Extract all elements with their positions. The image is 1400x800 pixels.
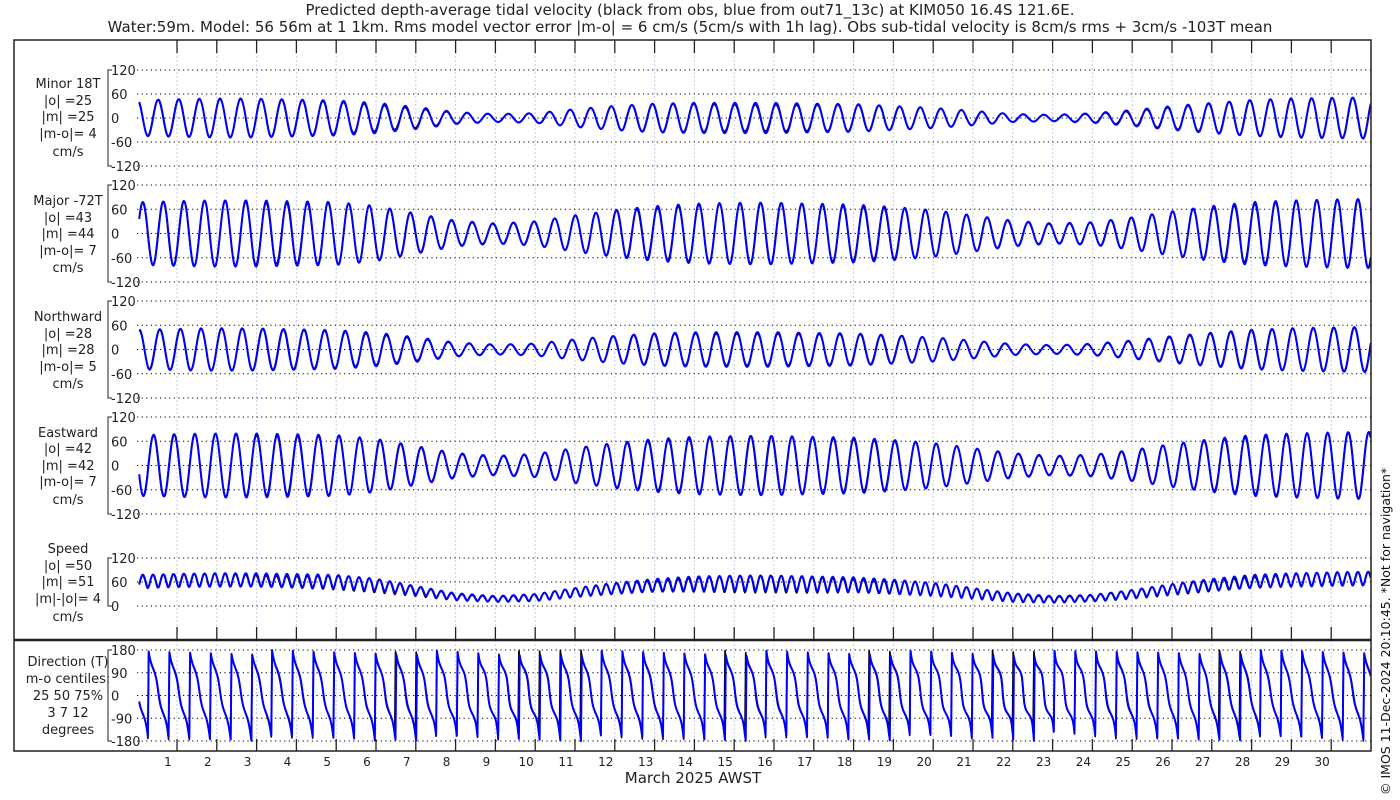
y-tick-label: -60 xyxy=(111,368,132,383)
x-tick-label: 25 xyxy=(1116,755,1131,769)
y-tick-label: 60 xyxy=(111,88,128,103)
x-tick-label: 26 xyxy=(1155,755,1170,769)
x-tick-label: 2 xyxy=(204,755,212,769)
x-tick-label: 10 xyxy=(519,755,534,769)
x-tick-label: 15 xyxy=(718,755,733,769)
y-tick-label: -120 xyxy=(111,160,141,175)
y-tick-label: -120 xyxy=(111,508,141,523)
panel-label-major: |m| =44 xyxy=(42,227,95,242)
y-tick-label: 120 xyxy=(111,411,136,426)
y-tick-label: 120 xyxy=(111,64,136,79)
y-tick-label: 0 xyxy=(111,690,119,705)
y-tick-label: 0 xyxy=(111,112,119,127)
panel-label-dir: Direction (T) xyxy=(28,655,109,670)
x-tick-label: 7 xyxy=(403,755,411,769)
figure-frame xyxy=(13,39,1372,752)
x-tick-label: 24 xyxy=(1076,755,1091,769)
panel-label-minor: cm/s xyxy=(53,145,84,160)
panel-label-major: |o| =43 xyxy=(44,211,92,226)
axes: 1 2 3 4 5 6 7 8 9 10 11 12 13 14 15 16 17 18 19 20 21 22 23 24 2… xyxy=(26,40,1332,769)
y-tick-label: -120 xyxy=(111,276,141,291)
panel-label-minor: |o| =25 xyxy=(44,94,92,109)
panel-label-speed: |o| =50 xyxy=(44,559,92,574)
panel-label-dir: degrees xyxy=(42,723,95,738)
panel-label-north: |o| =28 xyxy=(44,327,92,342)
x-tick-label: 11 xyxy=(558,755,573,769)
title-line-2: Water:59m. Model: 56 56m at 1 1km. Rms m… xyxy=(108,18,1273,36)
panel-label-minor: |m-o|= 4 xyxy=(39,127,97,142)
panel-label-major: |m-o|= 7 xyxy=(39,244,97,259)
x-tick-label: 4 xyxy=(284,755,292,769)
gridlines xyxy=(137,52,1371,751)
y-tick-label: 60 xyxy=(111,576,128,591)
x-tick-label: 8 xyxy=(443,755,451,769)
panel-label-north: cm/s xyxy=(53,377,84,392)
x-axis-label: March 2025 AWST xyxy=(625,769,762,787)
x-tick-label: 16 xyxy=(757,755,772,769)
panel-label-east: Eastward xyxy=(38,426,98,441)
y-tick-label: 90 xyxy=(111,667,128,682)
x-tick-label: 5 xyxy=(323,755,331,769)
panel-label-major: Major -72T xyxy=(33,194,102,209)
y-tick-label: 0 xyxy=(111,344,119,359)
x-tick-label: 12 xyxy=(598,755,613,769)
panel-label-dir: 25 50 75% xyxy=(33,689,103,704)
y-tick-label: 120 xyxy=(111,552,136,567)
x-tick-label: 13 xyxy=(638,755,653,769)
y-tick-label: -90 xyxy=(111,712,132,727)
panel-label-east: |m-o|= 7 xyxy=(39,475,97,490)
series-model-speed xyxy=(138,570,1372,604)
y-tick-label: -120 xyxy=(111,392,141,407)
y-tick-label: 60 xyxy=(111,319,128,334)
y-tick-label: 120 xyxy=(111,295,136,310)
x-tick-label: 27 xyxy=(1195,755,1210,769)
panel-label-north: |m| =28 xyxy=(42,343,95,358)
panel-label-speed: |m|-|o|= 4 xyxy=(35,592,101,607)
panel-label-minor: |m| =25 xyxy=(42,110,95,125)
y-tick-label: -60 xyxy=(111,136,132,151)
x-tick-label: 23 xyxy=(1036,755,1051,769)
panel-label-dir: m-o centiles: xyxy=(26,672,111,687)
y-tick-label: -60 xyxy=(111,252,132,267)
x-tick-label: 19 xyxy=(877,755,892,769)
x-tick-label: 3 xyxy=(244,755,252,769)
x-tick-label: 21 xyxy=(956,755,971,769)
panel-label-north: Northward xyxy=(34,310,102,325)
x-tick-label: 20 xyxy=(917,755,932,769)
x-tick-label: 30 xyxy=(1315,755,1330,769)
x-tick-label: 1 xyxy=(164,755,172,769)
y-tick-label: 120 xyxy=(111,179,136,194)
x-tick-label: 29 xyxy=(1275,755,1290,769)
x-tick-label: 9 xyxy=(483,755,491,769)
panel-label-major: cm/s xyxy=(53,261,84,276)
panel-label-north: |m-o|= 5 xyxy=(39,360,97,375)
panel-label-speed: Speed xyxy=(48,542,89,557)
panel-label-dir: 3 7 12 xyxy=(47,706,88,721)
panel-label-speed: |m| =51 xyxy=(42,575,95,590)
y-tick-label: 0 xyxy=(111,228,119,243)
tidal-velocity-figure: Predicted depth-average tidal velocity (… xyxy=(13,1,1393,795)
panel-label-east: |m| =42 xyxy=(42,459,95,474)
panel-label-east: cm/s xyxy=(53,493,84,508)
x-tick-label: 18 xyxy=(837,755,852,769)
y-tick-label: 60 xyxy=(111,203,128,218)
y-tick-label: -60 xyxy=(111,484,132,499)
x-tick-label: 14 xyxy=(678,755,693,769)
panel-label-speed: cm/s xyxy=(53,610,84,625)
y-tick-label: 60 xyxy=(111,435,128,450)
copyright-notice: © IMOS 11-Dec-2024 20:10:45. *Not for na… xyxy=(1378,468,1393,795)
y-tick-label: -180 xyxy=(111,735,141,750)
panel-label-minor: Minor 18T xyxy=(36,77,101,92)
x-tick-label: 22 xyxy=(996,755,1011,769)
y-tick-label: 0 xyxy=(111,460,119,475)
y-tick-label: 0 xyxy=(111,600,119,615)
x-tick-label: 28 xyxy=(1235,755,1250,769)
x-tick-label: 6 xyxy=(363,755,371,769)
plot-series xyxy=(138,96,1372,742)
panel-label-east: |o| =42 xyxy=(44,442,92,457)
y-tick-label: 180 xyxy=(111,644,136,659)
x-tick-label: 17 xyxy=(797,755,812,769)
